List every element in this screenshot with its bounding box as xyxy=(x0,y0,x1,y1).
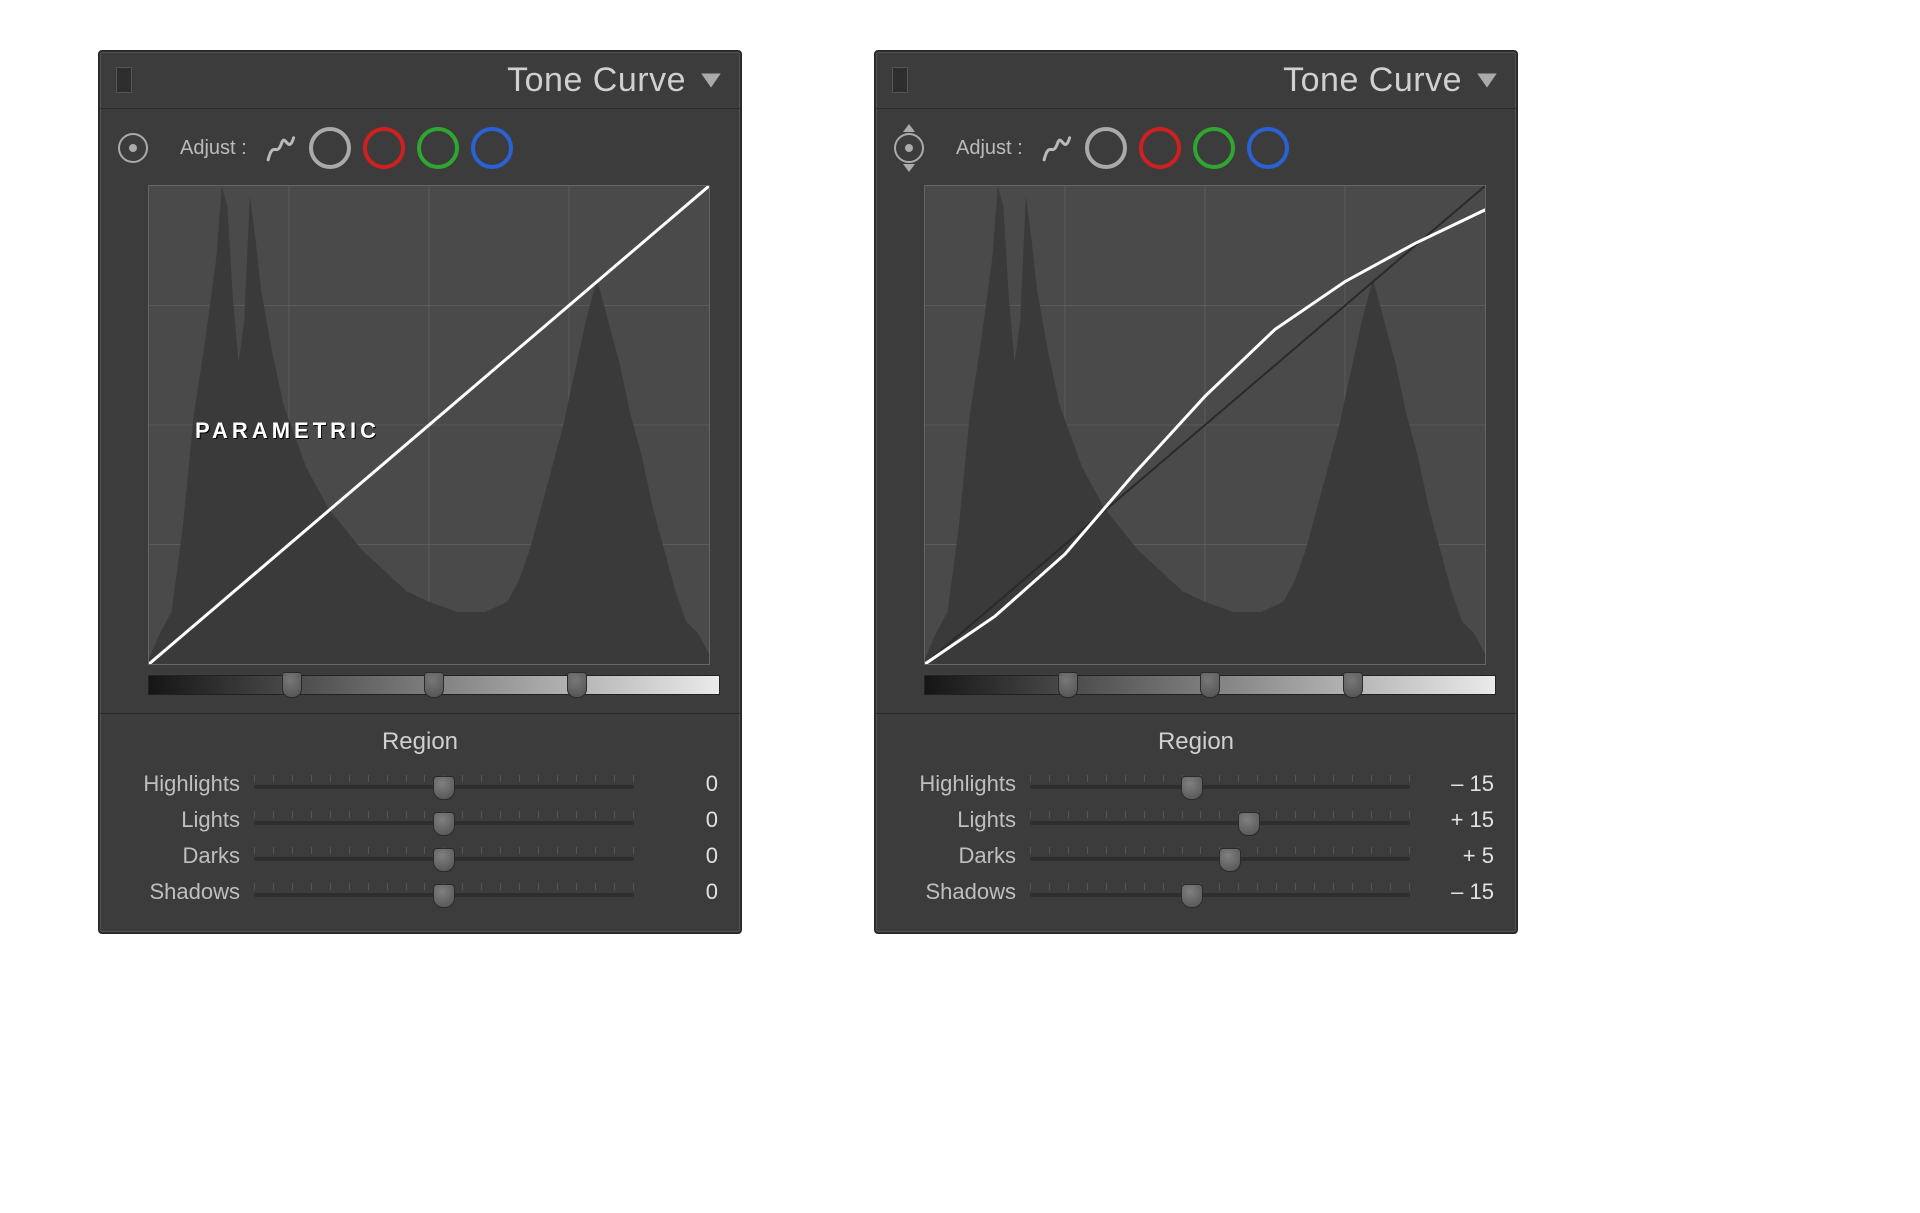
panel-header: Tone Curve xyxy=(100,52,740,109)
slider-track[interactable] xyxy=(254,771,634,797)
parametric-channel-icon[interactable] xyxy=(1039,131,1073,165)
blue-channel-icon[interactable] xyxy=(1247,127,1289,169)
slider-value: 0 xyxy=(648,879,718,905)
region-split-slider[interactable] xyxy=(924,675,1496,695)
slider-track[interactable] xyxy=(1030,879,1410,905)
slider-thumb[interactable] xyxy=(1238,812,1260,836)
slider-thumb[interactable] xyxy=(1181,776,1203,800)
parametric-channel-icon[interactable] xyxy=(263,131,297,165)
slider-label: Highlights xyxy=(898,771,1016,797)
callout-label: PARAMETRIC xyxy=(195,418,380,444)
adjust-label: Adjust : xyxy=(180,137,247,160)
slider-thumb[interactable] xyxy=(1219,848,1241,872)
slider-label: Shadows xyxy=(898,879,1016,905)
targeted-adjustment-tool[interactable] xyxy=(118,133,148,163)
slider-label: Shadows xyxy=(122,879,240,905)
slider-value: – 15 xyxy=(1424,879,1494,905)
slider-label: Lights xyxy=(122,807,240,833)
region-split-thumb[interactable] xyxy=(1200,672,1220,698)
region-split-thumb[interactable] xyxy=(282,672,302,698)
red-channel-icon[interactable] xyxy=(363,127,405,169)
panel-header: Tone Curve xyxy=(876,52,1516,109)
panel-grip-icon[interactable] xyxy=(892,67,908,93)
region-split-thumb[interactable] xyxy=(1343,672,1363,698)
slider-thumb[interactable] xyxy=(433,848,455,872)
rgb-channel-icon[interactable] xyxy=(1085,127,1127,169)
tone-curve-panel: Tone Curve Adjust : xyxy=(98,50,742,934)
blue-channel-icon[interactable] xyxy=(471,127,513,169)
collapse-toggle-icon[interactable] xyxy=(698,67,724,93)
region-split-slider[interactable] xyxy=(148,675,720,695)
slider-track[interactable] xyxy=(1030,807,1410,833)
panel-grip-icon[interactable] xyxy=(116,67,132,93)
tone-curve-graph[interactable] xyxy=(924,185,1486,665)
slider-value: + 15 xyxy=(1424,807,1494,833)
slider-track[interactable] xyxy=(254,879,634,905)
region-split-thumb[interactable] xyxy=(424,672,444,698)
slider-thumb[interactable] xyxy=(433,776,455,800)
collapse-toggle-icon[interactable] xyxy=(1474,67,1500,93)
green-channel-icon[interactable] xyxy=(417,127,459,169)
region-split-thumb[interactable] xyxy=(1058,672,1078,698)
slider-track[interactable] xyxy=(254,807,634,833)
slider-track[interactable] xyxy=(1030,771,1410,797)
slider-value: 0 xyxy=(648,771,718,797)
region-split-thumb[interactable] xyxy=(567,672,587,698)
slider-label: Darks xyxy=(122,843,240,869)
panel-title: Tone Curve xyxy=(908,61,1474,100)
slider-value: 0 xyxy=(648,843,718,869)
rgb-channel-icon[interactable] xyxy=(309,127,351,169)
slider-label: Darks xyxy=(898,843,1016,869)
green-channel-icon[interactable] xyxy=(1193,127,1235,169)
slider-label: Lights xyxy=(898,807,1016,833)
panel-title: Tone Curve xyxy=(132,61,698,100)
slider-thumb[interactable] xyxy=(433,884,455,908)
slider-value: + 5 xyxy=(1424,843,1494,869)
tone-curve-panel: Tone Curve Adjust : xyxy=(874,50,1518,934)
slider-value: 0 xyxy=(648,807,718,833)
adjust-label: Adjust : xyxy=(956,137,1023,160)
slider-value: – 15 xyxy=(1424,771,1494,797)
slider-track[interactable] xyxy=(1030,843,1410,869)
region-heading: Region xyxy=(898,728,1494,756)
slider-track[interactable] xyxy=(254,843,634,869)
slider-thumb[interactable] xyxy=(433,812,455,836)
tone-curve-graph[interactable]: PARAMETRIC xyxy=(148,185,710,665)
red-channel-icon[interactable] xyxy=(1139,127,1181,169)
slider-thumb[interactable] xyxy=(1181,884,1203,908)
slider-label: Highlights xyxy=(122,771,240,797)
region-heading: Region xyxy=(122,728,718,756)
targeted-adjustment-tool[interactable] xyxy=(894,133,924,163)
